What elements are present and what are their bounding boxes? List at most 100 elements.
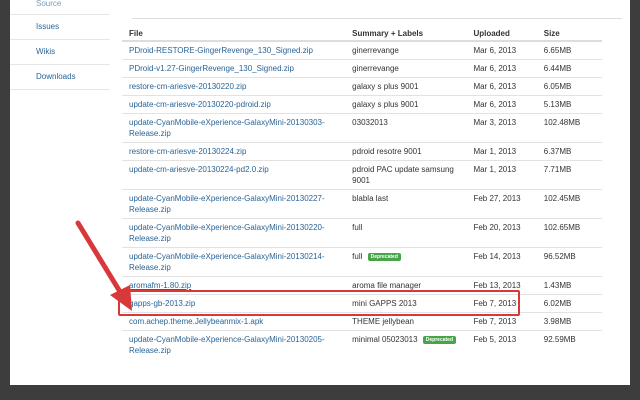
column-header-uploaded[interactable]: Uploaded <box>466 26 537 42</box>
file-cell: restore-cm-ariesve-20130220.zip <box>122 77 346 96</box>
summary-text: full <box>352 223 363 232</box>
uploaded-cell: Mar 6, 2013 <box>466 77 537 96</box>
summary-text: blabla last <box>352 194 389 203</box>
summary-cell: galaxy s plus 9001 <box>345 95 467 114</box>
size-cell: 3.98MB <box>536 312 602 331</box>
sidebar-item-source[interactable]: Source <box>10 0 110 15</box>
size-cell: 102.48MB <box>536 113 602 143</box>
uploaded-cell: Feb 27, 2013 <box>466 189 537 219</box>
file-link[interactable]: update-CyanMobile-eXperience-GalaxyMini-… <box>129 118 325 138</box>
summary-text: aroma file manager <box>352 281 422 290</box>
table-row: update-CyanMobile-eXperience-GalaxyMini-… <box>122 218 602 248</box>
file-link[interactable]: update-cm-ariesve-20130220-pdroid.zip <box>129 100 271 109</box>
size-cell: 102.65MB <box>536 218 602 248</box>
file-cell: update-CyanMobile-eXperience-GalaxyMini-… <box>122 247 346 277</box>
sidebar-item-wikis[interactable]: Wikis <box>10 40 110 65</box>
file-cell: update-CyanMobile-eXperience-GalaxyMini-… <box>122 189 346 219</box>
size-cell: 6.37MB <box>536 142 602 161</box>
size-cell: 6.02MB <box>536 294 602 313</box>
uploaded-cell: Mar 1, 2013 <box>466 160 537 190</box>
table-header-row: File Summary + Labels Uploaded Size <box>122 26 602 42</box>
file-link[interactable]: update-cm-ariesve-20130224-pd2.0.zip <box>129 165 269 174</box>
table-row: update-CyanMobile-eXperience-GalaxyMini-… <box>122 189 602 219</box>
column-header-summary[interactable]: Summary + Labels <box>345 26 467 42</box>
summary-text: pdroid resotre 9001 <box>352 147 422 156</box>
uploaded-cell: Feb 5, 2013 <box>466 330 537 359</box>
summary-text: full <box>352 252 363 261</box>
table-row: update-CyanMobile-eXperience-GalaxyMini-… <box>122 113 602 143</box>
table-row: update-CyanMobile-eXperience-GalaxyMini-… <box>122 247 602 277</box>
uploaded-cell: Feb 14, 2013 <box>466 247 537 277</box>
uploaded-cell: Mar 6, 2013 <box>466 95 537 114</box>
top-divider <box>132 18 622 19</box>
summary-cell: full <box>345 218 467 248</box>
file-link[interactable]: update-CyanMobile-eXperience-GalaxyMini-… <box>129 252 325 272</box>
file-cell: PDroid-v1.27-GingerRevenge_130_Signed.zi… <box>122 59 346 78</box>
table-row: PDroid-v1.27-GingerRevenge_130_Signed.zi… <box>122 59 602 78</box>
file-cell: restore-cm-ariesve-20130224.zip <box>122 142 346 161</box>
summary-cell: blabla last <box>345 189 467 219</box>
summary-cell: ginerrevange <box>345 59 467 78</box>
sidebar-item-issues[interactable]: Issues <box>10 15 110 40</box>
size-cell: 6.44MB <box>536 59 602 78</box>
column-header-file[interactable]: File <box>122 26 346 42</box>
file-link[interactable]: update-CyanMobile-eXperience-GalaxyMini-… <box>129 335 325 355</box>
file-cell: update-cm-ariesve-20130224-pd2.0.zip <box>122 160 346 190</box>
size-cell: 5.13MB <box>536 95 602 114</box>
deprecated-badge: Deprecated <box>422 335 457 344</box>
highlight-box <box>118 290 520 316</box>
file-link[interactable]: restore-cm-ariesve-20130220.zip <box>129 82 246 91</box>
summary-text: ginerrevange <box>352 64 399 73</box>
size-cell: 1.43MB <box>536 276 602 295</box>
file-cell: update-cm-ariesve-20130220-pdroid.zip <box>122 95 346 114</box>
table-row: update-cm-ariesve-20130220-pdroid.zip gal… <box>122 95 602 114</box>
sidebar-item-downloads[interactable]: Downloads <box>10 65 110 90</box>
size-cell: 6.65MB <box>536 40 602 60</box>
size-cell: 6.05MB <box>536 77 602 96</box>
red-arrow-icon <box>75 220 132 311</box>
summary-text: 03032013 <box>352 118 388 127</box>
file-link[interactable]: PDroid-v1.27-GingerRevenge_130_Signed.zi… <box>129 64 294 73</box>
downloads-content: File Summary + Labels Uploaded Size PDro… <box>122 0 622 385</box>
file-link[interactable]: update-CyanMobile-eXperience-GalaxyMini-… <box>129 194 325 214</box>
deprecated-badge: Deprecated <box>367 252 401 261</box>
file-cell: update-CyanMobile-eXperience-GalaxyMini-… <box>122 330 346 359</box>
summary-text: THEME jellybean <box>352 317 414 326</box>
summary-cell: pdroid resotre 9001 <box>345 142 467 161</box>
uploaded-cell: Mar 3, 2013 <box>466 113 537 143</box>
table-row: restore-cm-ariesve-20130224.zip pdroid re… <box>122 142 602 161</box>
summary-text: pdroid PAC update samsung 9001 <box>352 165 454 185</box>
sidebar: Source Issues Wikis Downloads <box>10 0 110 385</box>
summary-text: minimal 05023013 <box>352 335 418 344</box>
uploaded-cell: Mar 6, 2013 <box>466 59 537 78</box>
size-cell: 7.71MB <box>536 160 602 190</box>
table-row: PDroid-RESTORE-GingerRevenge_130_Signed.… <box>122 40 602 60</box>
file-cell: update-CyanMobile-eXperience-GalaxyMini-… <box>122 218 346 248</box>
table-row: update-cm-ariesve-20130224-pd2.0.zip pdro… <box>122 160 602 190</box>
summary-cell: ginerrevange <box>345 40 467 60</box>
file-cell: update-CyanMobile-eXperience-GalaxyMini-… <box>122 113 346 143</box>
summary-text: galaxy s plus 9001 <box>352 100 419 109</box>
size-cell: 96.52MB <box>536 247 602 277</box>
summary-text: galaxy s plus 9001 <box>352 82 419 91</box>
file-cell: PDroid-RESTORE-GingerRevenge_130_Signed.… <box>122 40 346 60</box>
uploaded-cell: Feb 20, 2013 <box>466 218 537 248</box>
browser-frame: Source Issues Wikis Downloads File Summa… <box>10 0 630 385</box>
file-link[interactable]: restore-cm-ariesve-20130224.zip <box>129 147 246 156</box>
column-header-size[interactable]: Size <box>536 26 602 42</box>
table-row: update-CyanMobile-eXperience-GalaxyMini-… <box>122 330 602 359</box>
summary-cell: galaxy s plus 9001 <box>345 77 467 96</box>
size-cell: 92.59MB <box>536 330 602 359</box>
summary-cell: 03032013 <box>345 113 467 143</box>
file-link[interactable]: com.achep.theme.Jellybeanmix-1.apk <box>129 317 263 326</box>
uploaded-cell: Mar 1, 2013 <box>466 142 537 161</box>
file-link[interactable]: PDroid-RESTORE-GingerRevenge_130_Signed.… <box>129 46 313 55</box>
summary-cell: pdroid PAC update samsung 9001 <box>345 160 467 190</box>
uploaded-cell: Mar 6, 2013 <box>466 40 537 60</box>
size-cell: 102.45MB <box>536 189 602 219</box>
summary-text: ginerrevange <box>352 46 399 55</box>
table-row: restore-cm-ariesve-20130220.zip galaxy s … <box>122 77 602 96</box>
summary-cell: full Deprecated <box>345 247 467 277</box>
summary-cell: minimal 05023013 Deprecated <box>345 330 467 359</box>
file-link[interactable]: update-CyanMobile-eXperience-GalaxyMini-… <box>129 223 325 243</box>
